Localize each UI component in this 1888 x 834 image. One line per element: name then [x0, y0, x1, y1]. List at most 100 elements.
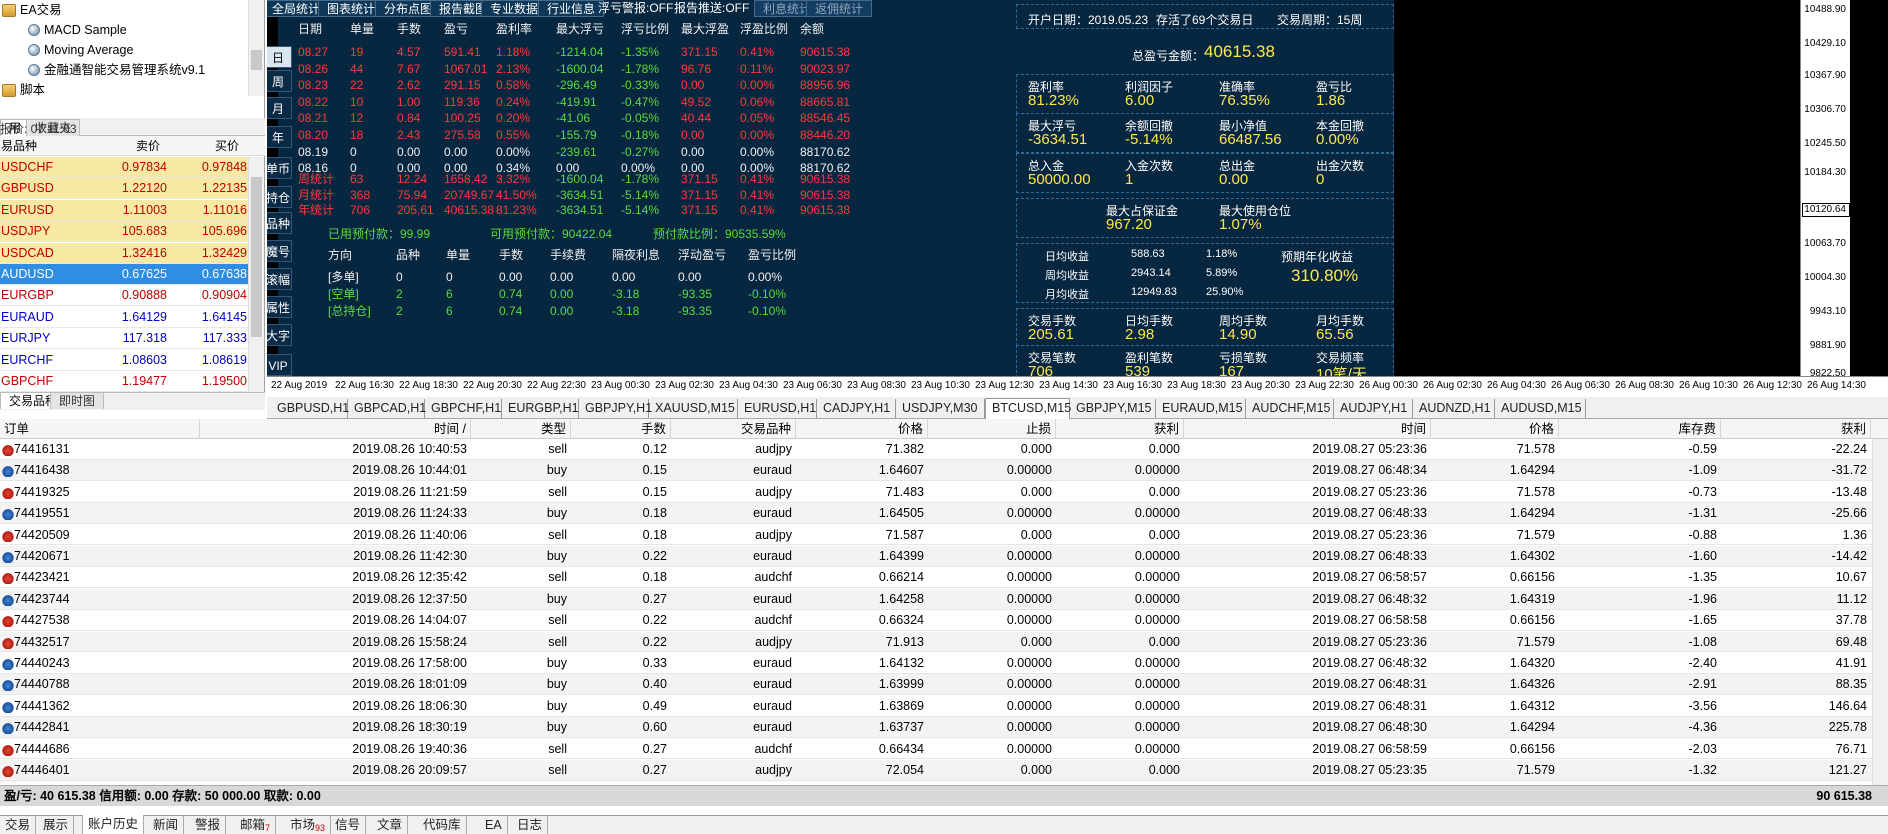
chart-tab[interactable]: GBPUSD,H1	[271, 399, 349, 418]
history-col-7[interactable]: 获利	[1056, 419, 1184, 439]
history-row[interactable]: 74420671 2019.08.26 11:42:30 buy 0.22 euraud…	[0, 546, 1888, 567]
col-ask[interactable]: 买价	[215, 136, 239, 156]
history-row[interactable]: 74440243 2019.08.26 17:58:00 buy 0.33 euraud…	[0, 653, 1888, 674]
market-watch-row[interactable]: EURAUD 1.64129 1.64145	[0, 306, 248, 328]
sell-order-icon	[2, 764, 14, 777]
market-watch-row[interactable]: EURUSD 1.11003 1.11016	[0, 199, 248, 221]
chart-window[interactable]: ▼ 全局统计图表统计分布点图报告截图专业数据行业信息浮亏警报:OFF报告推送:O…	[267, 0, 1888, 396]
scroll-thumb[interactable]	[251, 177, 262, 337]
nav-item-label: 金融通智能交易管理系统v9.1	[44, 63, 206, 77]
history-row[interactable]: 74427538 2019.08.26 14:04:07 sell 0.22 audch…	[0, 610, 1888, 632]
history-scrollbar[interactable]	[1872, 439, 1888, 785]
history-col-3[interactable]: 手数	[571, 419, 671, 439]
bid-price: 0.90888	[121, 288, 167, 303]
chart-tab[interactable]: CADJPY,H1	[817, 399, 896, 418]
history-col-6[interactable]: 止损	[928, 419, 1056, 439]
daily-cell: 2.62	[397, 78, 421, 93]
time-axis[interactable]: 22 Aug 2019 22 Aug 16:30 22 Aug 18:30 22 Au…	[267, 376, 1888, 396]
ea-button-5[interactable]: 行业信息	[538, 0, 605, 17]
history-col-8[interactable]: 时间	[1184, 419, 1431, 439]
col-bid[interactable]: 卖价	[136, 136, 160, 156]
col-symbol[interactable]: 易品种	[1, 136, 37, 156]
chart-tab[interactable]: GBPJPY,H1	[579, 399, 652, 418]
history-cell: 0.18	[642, 506, 667, 521]
daily-row: 08.21 12 0.84 100.25 0.20% -41.06 -0.05% 40.44 0…	[278, 109, 858, 127]
bottom-tab[interactable]: 文章	[372, 816, 409, 834]
price-label: 10184.30	[1804, 167, 1846, 178]
alert-status: 浮亏警报:OFF	[598, 1, 674, 15]
chart-tab[interactable]: EURAUD,M15	[1156, 399, 1246, 418]
bottom-tab[interactable]: 代码库	[418, 816, 467, 834]
chart-tab[interactable]: AUDUSD,M15	[1495, 399, 1586, 418]
history-row[interactable]: 74419325 2019.08.26 11:21:59 sell 0.15 audjp…	[0, 482, 1888, 503]
chart-tab[interactable]: EURGBP,H1	[502, 399, 579, 418]
history-row[interactable]: 74423744 2019.08.26 12:37:50 buy 0.27 euraud…	[0, 588, 1888, 610]
market-watch-scrollbar[interactable]	[248, 157, 264, 393]
bottom-tab[interactable]: 信号	[330, 816, 367, 834]
history-row[interactable]: 74442841 2019.08.26 18:30:19 buy 0.60 euraud…	[0, 717, 1888, 739]
history-col-0[interactable]: 订单	[0, 419, 200, 439]
market-watch-row[interactable]: EURGBP 0.90888 0.90904	[0, 285, 248, 307]
bottom-tab[interactable]: EA	[480, 816, 508, 834]
nav-item-management-system[interactable]: 金融通智能交易管理系统v9.1	[28, 60, 205, 80]
market-watch-row[interactable]: GBPCHF 1.19477 1.19500	[0, 371, 248, 392]
history-cell: 0.00000	[1006, 677, 1052, 692]
market-watch-row[interactable]: GBPUSD 1.22120 1.22135	[0, 178, 248, 200]
history-col-10[interactable]: 库存费	[1559, 419, 1721, 439]
nav-ea-folder[interactable]: EA交易	[2, 0, 62, 20]
market-watch-row[interactable]: USDCAD 1.32416 1.32429	[0, 242, 248, 264]
chart-tab[interactable]: XAUUSD,M15	[649, 399, 738, 418]
chart-tab[interactable]: AUDNZD,H1	[1413, 399, 1495, 418]
nav-item-moving-average[interactable]: Moving Average	[28, 40, 133, 60]
history-row[interactable]: 74441362 2019.08.26 18:06:30 buy 0.49 euraud…	[0, 696, 1888, 717]
tab-tick-chart[interactable]: 即时图	[50, 392, 105, 409]
history-row[interactable]: 74440788 2019.08.26 18:01:09 buy 0.40 euraud…	[0, 674, 1888, 696]
chart-tab[interactable]: GBPJPY,M15	[1070, 399, 1156, 418]
bottom-tab[interactable]: 邮箱7	[235, 816, 277, 834]
chart-tab[interactable]: EURUSD,H1	[738, 399, 817, 418]
bottom-tab[interactable]: 警报	[190, 816, 227, 834]
bottom-tab[interactable]: 账户历史	[82, 815, 145, 834]
market-watch-row[interactable]: EURJPY 117.318 117.333	[0, 328, 248, 350]
chart-tab[interactable]: AUDCHF,M15	[1246, 399, 1334, 418]
history-cell: buy	[546, 656, 567, 670]
chart-tab[interactable]: BTCUSD,M15	[985, 398, 1071, 419]
rebate-stats-button[interactable]: 返佣统计	[806, 0, 873, 17]
navigator-scrollbar[interactable]	[248, 0, 264, 96]
scroll-thumb[interactable]	[251, 50, 262, 70]
nav-item-macd[interactable]: MACD Sample	[28, 20, 127, 40]
market-watch-row[interactable]: USDJPY 105.683 105.696	[0, 221, 248, 243]
nav-scripts-folder[interactable]: 脚本	[2, 80, 45, 100]
history-row[interactable]: 74444686 2019.08.26 19:40:36 sell 0.27 audch…	[0, 739, 1888, 760]
history-row[interactable]: 74432517 2019.08.26 15:58:24 sell 0.22 audjp…	[0, 631, 1888, 653]
history-col-9[interactable]: 价格	[1431, 419, 1559, 439]
history-row[interactable]: 74419551 2019.08.26 11:24:33 buy 0.18 euraud…	[0, 503, 1888, 525]
history-col-4[interactable]: 交易品种	[671, 419, 796, 439]
market-watch-row[interactable]: AUDUSD 0.67625 0.67638	[0, 264, 248, 285]
sidebar-button-11[interactable]: VIP	[267, 354, 292, 376]
history-row[interactable]: 74423421 2019.08.26 12:35:42 sell 0.18 audch…	[0, 567, 1888, 589]
history-col-1[interactable]: 时间 /	[200, 419, 471, 439]
bottom-tab[interactable]: 市场93	[285, 816, 332, 834]
price-scale[interactable]: 10488.90 10429.10 10367.90 10306.70 10245.50…	[1800, 0, 1850, 379]
market-watch-row[interactable]: EURCHF 1.08603 1.08619	[0, 349, 248, 371]
bottom-tab[interactable]: 日志	[512, 816, 549, 834]
history-row[interactable]: 74446401 2019.08.26 20:09:57 sell 0.27 audjp…	[0, 760, 1888, 781]
history-col-11[interactable]: 获利	[1721, 419, 1871, 439]
history-row[interactable]: 74420509 2019.08.26 11:40:06 sell 0.18 audjp…	[0, 525, 1888, 546]
market-watch-row[interactable]: USDCHF 0.97834 0.97848	[0, 157, 248, 178]
chart-tab[interactable]: USDJPY,M30	[896, 399, 985, 418]
bottom-tab[interactable]: 交易	[0, 816, 37, 834]
history-row[interactable]: 74416438 2019.08.26 10:44:01 buy 0.15 euraud…	[0, 460, 1888, 482]
chart-tab[interactable]: AUDJPY,H1	[1334, 399, 1413, 418]
history-col-5[interactable]: 价格	[796, 419, 928, 439]
margin-used: 已用预付款：99.99	[328, 227, 431, 241]
daily-cell: -155.79	[556, 128, 597, 142]
bottom-tab[interactable]: 新闻	[148, 816, 185, 834]
bottom-tab[interactable]: 展示	[38, 816, 75, 834]
chart-tab[interactable]: GBPCHF,H1	[425, 399, 502, 418]
history-row[interactable]: 74416131 2019.08.26 10:40:53 sell 0.12 audjp…	[0, 439, 1888, 460]
sidebar-button-10[interactable]: 大字	[267, 324, 292, 346]
chart-tab[interactable]: GBPCAD,H1	[348, 399, 426, 418]
history-col-2[interactable]: 类型	[471, 419, 571, 439]
